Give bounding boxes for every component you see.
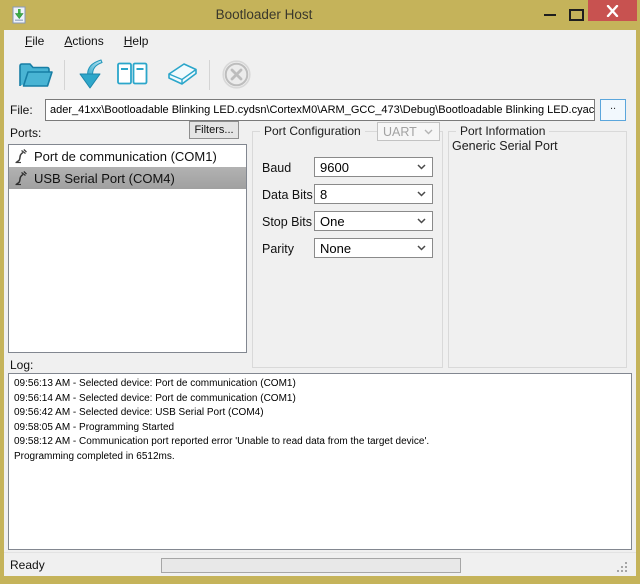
menu-actions[interactable]: Actions — [56, 32, 111, 50]
chevron-down-icon — [417, 218, 426, 224]
menu-bar: File Actions Help — [4, 30, 636, 52]
port-configuration-title: Port Configuration — [260, 124, 365, 138]
port-item-com4[interactable]: USB Serial Port (COM4) — [9, 167, 246, 189]
chevron-down-icon — [424, 129, 433, 135]
erase-button[interactable] — [159, 59, 200, 90]
toolbar-separator — [209, 60, 210, 90]
erase-icon — [161, 61, 198, 88]
verify-icon — [116, 61, 149, 88]
chevron-down-icon — [417, 245, 426, 251]
minimize-button[interactable] — [534, 0, 564, 21]
abort-icon — [221, 59, 252, 90]
stop-bits-select[interactable]: One — [314, 211, 433, 231]
menu-help[interactable]: Help — [116, 32, 157, 50]
progress-bar — [161, 558, 461, 573]
parity-select[interactable]: None — [314, 238, 433, 258]
log-line: 09:58:12 AM - Communication port reporte… — [14, 435, 626, 450]
serial-port-icon — [14, 170, 27, 186]
ports-list[interactable]: Port de communication (COM1) USB Serial … — [8, 144, 247, 353]
log-line: 09:56:14 AM - Selected device: Port de c… — [14, 392, 626, 407]
chevron-down-icon — [417, 164, 426, 170]
chevron-down-icon — [417, 191, 426, 197]
serial-port-icon — [14, 148, 27, 164]
port-information-group: Port Information — [448, 131, 627, 368]
stop-bits-label: Stop Bits — [262, 215, 312, 229]
log-line: Programming completed in 6512ms. — [14, 450, 626, 465]
parity-label: Parity — [262, 242, 294, 256]
minimize-icon — [544, 14, 556, 16]
window-border — [0, 576, 640, 584]
log-output[interactable]: 09:56:13 AM - Selected device: Port de c… — [8, 373, 632, 550]
toolbar — [4, 52, 636, 97]
log-line: 09:58:05 AM - Programming Started — [14, 421, 626, 436]
close-button[interactable] — [588, 0, 637, 21]
browse-button[interactable]: .. — [600, 99, 626, 121]
open-file-button[interactable] — [14, 58, 55, 92]
maximize-button[interactable] — [564, 0, 588, 21]
data-bits-label: Data Bits — [262, 188, 313, 202]
window-title: Bootloader Host — [0, 7, 528, 22]
log-label: Log: — [10, 358, 33, 372]
status-text: Ready — [10, 558, 45, 572]
port-item-label: Port de communication (COM1) — [34, 149, 217, 164]
bootloader-host-window: Bootloader Host File Actions Help — [0, 0, 640, 584]
abort-button — [219, 57, 254, 92]
program-button[interactable] — [74, 57, 106, 92]
data-bits-select[interactable]: 8 — [314, 184, 433, 204]
close-icon — [606, 5, 619, 17]
file-label: File: — [10, 103, 33, 117]
baud-select[interactable]: 9600 — [314, 157, 433, 177]
file-path-input[interactable]: ader_41xx\Bootloadable Blinking LED.cyds… — [45, 99, 595, 121]
window-border — [636, 30, 640, 576]
verify-button[interactable] — [114, 59, 151, 90]
protocol-select: UART — [377, 122, 440, 141]
port-item-label: USB Serial Port (COM4) — [34, 171, 175, 186]
status-bar: Ready — [4, 552, 636, 577]
ports-label: Ports: — [10, 126, 41, 140]
port-item-com1[interactable]: Port de communication (COM1) — [9, 145, 246, 167]
maximize-icon — [569, 9, 584, 21]
toolbar-separator — [64, 60, 65, 90]
program-icon — [76, 59, 104, 90]
title-bar: Bootloader Host — [0, 0, 640, 30]
log-line: 09:56:42 AM - Selected device: USB Seria… — [14, 406, 626, 421]
open-file-icon — [16, 60, 53, 90]
log-line: 09:56:13 AM - Selected device: Port de c… — [14, 377, 626, 392]
filters-button[interactable]: Filters... — [189, 121, 239, 139]
port-information-text: Generic Serial Port — [452, 139, 558, 153]
window-border — [0, 30, 4, 576]
menu-file[interactable]: File — [17, 32, 52, 50]
port-information-title: Port Information — [456, 124, 549, 138]
baud-label: Baud — [262, 161, 291, 175]
